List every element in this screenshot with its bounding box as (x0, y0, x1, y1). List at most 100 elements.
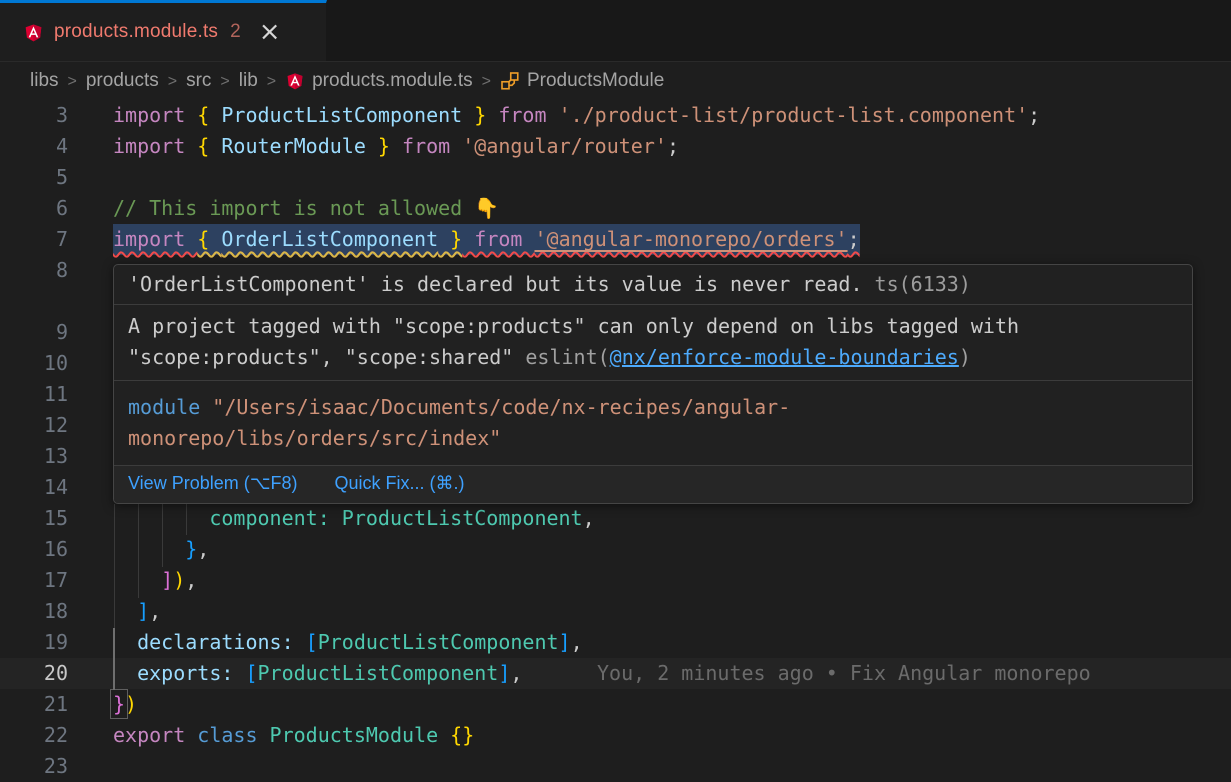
code-token: OrderListComponent (221, 227, 438, 251)
line-number[interactable]: 17 (0, 565, 68, 596)
code-token: [ (245, 661, 257, 685)
symbol-class-icon (500, 71, 520, 91)
code-token: {} (450, 723, 474, 747)
line-number[interactable]: 3 (0, 100, 68, 131)
code-token: ProductListComponent (342, 506, 583, 530)
breadcrumb-item-file[interactable]: products.module.ts (285, 70, 473, 92)
line-number[interactable]: 19 (0, 627, 68, 658)
code-text[interactable]: ], (113, 596, 161, 627)
code-line[interactable]: 6 // This import is not allowed 👇 (0, 193, 1231, 224)
code-token (113, 537, 185, 561)
code-token: } (113, 692, 125, 716)
line-number[interactable]: 14 (0, 472, 68, 503)
hover-message-eslint: A project tagged with "scope:products" c… (114, 304, 1192, 380)
line-number[interactable]: 16 (0, 534, 68, 565)
code-token: import (113, 103, 197, 127)
code-line[interactable]: 15 component: ProductListComponent, (0, 503, 1231, 534)
view-problem-button[interactable]: View Problem (⌥F8) (128, 473, 297, 493)
code-token: ProductListComponent (258, 661, 499, 685)
code-token: } (185, 537, 197, 561)
code-line[interactable]: 21}) (0, 689, 1231, 720)
angular-icon (285, 71, 305, 91)
git-blame-annotation: You, 2 minutes ago • Fix Angular monorep… (597, 658, 1091, 689)
breadcrumb-item-products[interactable]: products (86, 70, 159, 92)
code-token: from (462, 227, 534, 251)
code-line[interactable]: 18 ], (0, 596, 1231, 627)
code-token: 👇 (474, 196, 499, 220)
breadcrumb-item-libs[interactable]: libs (30, 70, 59, 92)
code-line[interactable]: 20 exports: [ProductListComponent], You, … (0, 658, 1231, 689)
line-number[interactable]: 22 (0, 720, 68, 751)
code-token: import (113, 227, 197, 251)
chevron-right-icon: > (482, 73, 491, 91)
tab-products-module[interactable]: products.module.ts 2 × (0, 0, 327, 61)
code-text[interactable]: ]), (113, 565, 197, 596)
breadcrumb: libs > products > src > lib > products.m… (0, 62, 1231, 100)
code-line[interactable]: 7 import { OrderListComponent } from '@an… (0, 224, 1231, 255)
line-number[interactable]: 8 (0, 255, 68, 286)
line-number[interactable]: 15 (0, 503, 68, 534)
hover-message-unused: 'OrderListComponent' is declared but its… (114, 265, 1192, 304)
line-number[interactable]: 23 (0, 751, 68, 782)
code-line[interactable]: 4 import { RouterModule } from '@angular/… (0, 131, 1231, 162)
code-line[interactable]: 5 (0, 162, 1231, 193)
code-token: ; (1028, 103, 1040, 127)
code-text[interactable]: import { RouterModule } from '@angular/r… (113, 131, 679, 162)
code-text[interactable]: // This import is not allowed 👇 (113, 193, 499, 224)
line-number[interactable]: 7 (0, 224, 68, 255)
hover-tooltip: 'OrderListComponent' is declared but its… (113, 264, 1193, 504)
code-token: ; (848, 227, 860, 251)
line-number[interactable]: 5 (0, 162, 68, 193)
diagnostic-source: eslint( (525, 345, 609, 369)
line-number[interactable]: 6 (0, 193, 68, 224)
code-token: './product-list/product-list.component' (559, 103, 1029, 127)
code-token: { (197, 103, 221, 127)
line-number[interactable]: 10 (0, 348, 68, 379)
code-line[interactable]: 16 }, (0, 534, 1231, 565)
code-text[interactable]: import { OrderListComponent } from '@ang… (113, 224, 860, 255)
line-number[interactable]: 21 (0, 689, 68, 720)
line-number[interactable]: 20 (0, 658, 68, 689)
code-token: ProductListComponent (318, 630, 559, 654)
eslint-rule-link[interactable]: @nx/enforce-module-boundaries (610, 345, 959, 369)
code-token: import (113, 134, 197, 158)
code-token: from (390, 134, 462, 158)
code-token: ) (125, 692, 137, 716)
code-line[interactable]: 19 declarations: [ProductListComponent], (0, 627, 1231, 658)
breadcrumb-item-src[interactable]: src (186, 70, 211, 92)
breadcrumb-item-lib[interactable]: lib (239, 70, 258, 92)
code-token: } (462, 103, 486, 127)
hover-status-bar: View Problem (⌥F8) Quick Fix... (⌘.) (114, 465, 1192, 503)
diagnostic-source: ts(6133) (863, 272, 971, 296)
code-line[interactable]: 22 export class ProductsModule {} (0, 720, 1231, 751)
code-editor[interactable]: 3 import { ProductListComponent } from '.… (0, 100, 1231, 780)
line-number[interactable]: 12 (0, 410, 68, 441)
code-text[interactable]: import { ProductListComponent } from './… (113, 100, 1040, 131)
code-line[interactable]: 3 import { ProductListComponent } from '.… (0, 100, 1231, 131)
close-icon[interactable]: × (259, 22, 281, 42)
indent-guide (138, 504, 139, 598)
code-token (113, 630, 137, 654)
line-number[interactable]: 4 (0, 131, 68, 162)
code-token: ] (559, 630, 571, 654)
line-number[interactable]: 13 (0, 441, 68, 472)
chevron-right-icon: > (168, 73, 177, 91)
code-text[interactable]: exports: [ProductListComponent], (113, 658, 522, 689)
line-number[interactable]: 18 (0, 596, 68, 627)
line-number[interactable]: 9 (0, 317, 68, 348)
code-token: declarations: (137, 630, 306, 654)
code-token: , (571, 630, 583, 654)
breadcrumb-item-symbol[interactable]: ProductsModule (500, 70, 664, 92)
code-text[interactable]: }) (113, 689, 137, 720)
code-line[interactable]: 23 (0, 751, 1231, 782)
code-token: ; (667, 134, 679, 158)
code-text[interactable]: declarations: [ProductListComponent], (113, 627, 583, 658)
code-token: ] (137, 599, 149, 623)
chevron-right-icon: > (267, 73, 276, 91)
quick-fix-button[interactable]: Quick Fix... (⌘.) (334, 473, 464, 493)
line-number[interactable]: 11 (0, 379, 68, 410)
chevron-right-icon: > (220, 73, 229, 91)
code-line[interactable]: 17 ]), (0, 565, 1231, 596)
code-token: , (149, 599, 161, 623)
code-text[interactable]: export class ProductsModule {} (113, 720, 474, 751)
